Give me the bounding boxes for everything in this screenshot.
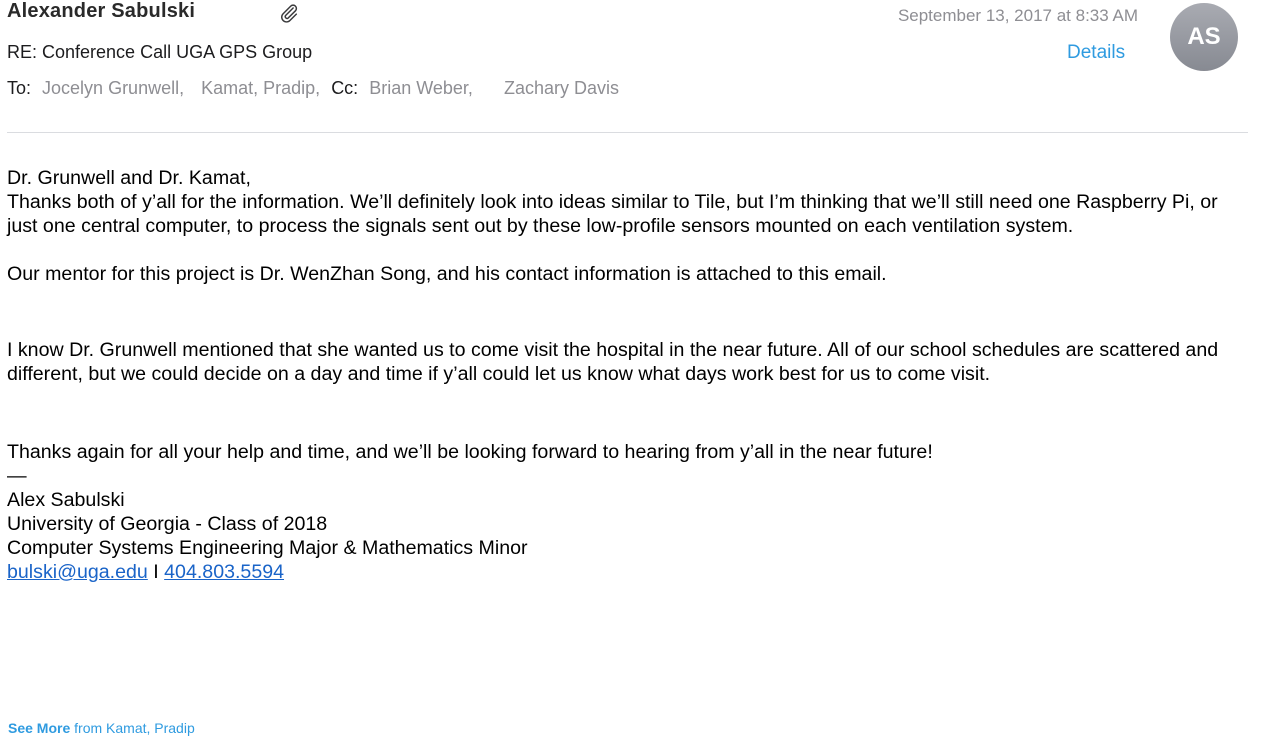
cc-recipient[interactable]: Brian Weber, bbox=[369, 78, 473, 98]
to-recipient[interactable]: Kamat, Pradip, bbox=[201, 78, 320, 98]
to-recipient[interactable]: Jocelyn Grunwell, bbox=[42, 78, 184, 98]
see-more-label: See More bbox=[8, 720, 71, 736]
signature-name: Alex Sabulski bbox=[7, 489, 125, 511]
body-paragraph: I know Dr. Grunwell mentioned that she w… bbox=[7, 339, 1219, 385]
message-body: Dr. Grunwell and Dr. Kamat, Thanks both … bbox=[7, 166, 1242, 584]
avatar[interactable]: AS bbox=[1170, 3, 1238, 71]
sender-name[interactable]: Alexander Sabulski bbox=[7, 0, 195, 23]
paperclip-icon bbox=[281, 4, 298, 23]
to-label: To: bbox=[7, 78, 32, 98]
message-date: September 13, 2017 at 8:33 AM bbox=[897, 6, 1138, 25]
body-paragraph: Thanks again for all your help and time,… bbox=[7, 441, 933, 463]
signature-major: Computer Systems Engineering Major & Mat… bbox=[7, 537, 528, 559]
see-more-link[interactable]: See More from Kamat, Pradip bbox=[8, 720, 195, 736]
signature-dash: — bbox=[7, 465, 27, 487]
signature: — Alex Sabulski University of Georgia - … bbox=[7, 464, 1242, 584]
signature-contact: bulski@uga.edu I 404.803.5594 bbox=[7, 560, 1242, 584]
phone-link[interactable]: 404.803.5594 bbox=[164, 561, 284, 583]
cc-recipient[interactable]: Zachary Davis bbox=[504, 78, 619, 98]
details-link[interactable]: Details bbox=[1067, 42, 1125, 64]
cc-label: Cc: bbox=[331, 78, 359, 98]
message-header: Alexander Sabulski September 13, 2017 at… bbox=[0, 0, 1264, 134]
avatar-initials: AS bbox=[1187, 23, 1221, 50]
body-paragraph: Thanks both of y’all for the information… bbox=[7, 191, 1218, 237]
email-link[interactable]: bulski@uga.edu bbox=[7, 561, 148, 583]
message-subject: RE: Conference Call UGA GPS Group bbox=[7, 42, 313, 62]
greeting: Dr. Grunwell and Dr. Kamat, bbox=[7, 167, 251, 189]
header-divider bbox=[7, 132, 1248, 133]
see-more-from: from Kamat, Pradip bbox=[70, 720, 195, 736]
recipients-line: To: Jocelyn Grunwell, Kamat, Pradip, Cc:… bbox=[7, 78, 619, 99]
contact-divider: I bbox=[147, 561, 165, 583]
body-paragraph: Our mentor for this project is Dr. WenZh… bbox=[7, 263, 887, 285]
signature-school: University of Georgia - Class of 2018 bbox=[7, 513, 328, 535]
